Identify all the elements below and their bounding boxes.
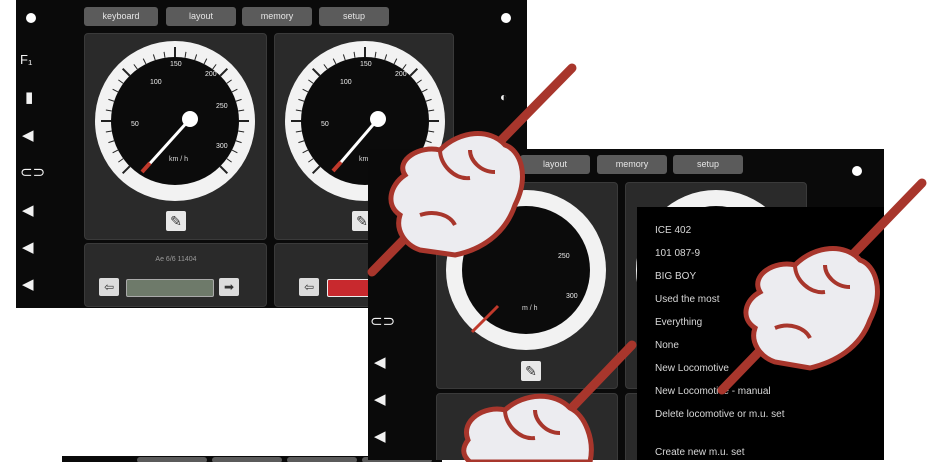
menu-item-create-mu-set[interactable]: Create new m.u. set <box>655 447 744 458</box>
light-icon[interactable]: ▮ <box>25 90 33 105</box>
loco-panel-left <box>84 243 267 307</box>
tick-label-50: 50 <box>131 121 139 128</box>
tick-label-150: 150 <box>360 61 372 68</box>
speaker-icon[interactable]: ◀ <box>374 355 386 370</box>
status-dot-right <box>852 166 862 176</box>
menu-item-none[interactable]: None <box>655 340 679 351</box>
speedometer-left[interactable]: 100 150 200 50 250 300 km / h <box>88 36 263 206</box>
menu-item-delete-locomotive[interactable]: Delete locomotive or m.u. set <box>655 409 785 420</box>
tab-setup[interactable]: setup <box>319 7 389 26</box>
gauge-unit: m / h <box>522 305 538 312</box>
tab-strip <box>137 457 207 462</box>
tick-label-200: 200 <box>205 71 217 78</box>
prev-loco-button[interactable]: ⇦ <box>299 278 319 296</box>
tick-label-100: 100 <box>340 79 352 86</box>
status-dot-right <box>501 13 511 23</box>
locomotive-image-left[interactable] <box>126 279 214 297</box>
prev-loco-button[interactable]: ⇦ <box>99 278 119 296</box>
speaker-icon[interactable]: ◀ <box>22 240 34 255</box>
speedometer-left[interactable]: 250 300 m / h <box>438 184 616 356</box>
speaker-icon[interactable]: ◀ <box>22 277 34 292</box>
menu-item-101-087-9[interactable]: 101 087-9 <box>655 248 700 259</box>
loco-name-left: Ae 6/6 11404 <box>155 256 197 263</box>
tick-label-300: 300 <box>216 143 228 150</box>
loco-panel-left <box>436 393 618 460</box>
menu-item-big-boy[interactable]: BIG BOY <box>655 271 696 282</box>
speaker-icon[interactable]: ◀ <box>374 392 386 407</box>
menu-item-used-the-most[interactable]: Used the most <box>655 294 719 305</box>
speaker-icon[interactable]: ◀ <box>374 429 386 444</box>
tab-strip <box>212 457 282 462</box>
tab-keyboard[interactable]: keyboard <box>84 7 158 26</box>
next-loco-button[interactable]: ➡ <box>219 278 239 296</box>
horn-icon[interactable]: ⊂⊃ <box>370 314 395 329</box>
menu-item-new-locomotive-manual[interactable]: New Locomotive - manual <box>655 386 771 397</box>
tick-label-250: 250 <box>558 253 570 260</box>
screen-menu: layout memory setup ⊂⊃ ◀ ◀ ◀ 250 300 m /… <box>368 149 884 460</box>
tick-label-250: 250 <box>216 103 228 110</box>
tab-setup[interactable]: setup <box>673 155 743 174</box>
function-f1-icon[interactable]: F₁ <box>20 52 32 67</box>
tab-strip <box>287 457 357 462</box>
tab-memory[interactable]: memory <box>242 7 312 26</box>
tab-memory[interactable]: memory <box>597 155 667 174</box>
tab-layout[interactable]: layout <box>166 7 236 26</box>
status-dot-left <box>26 13 36 23</box>
tick-label-200: 200 <box>395 71 407 78</box>
menu-item-ice-402[interactable]: ICE 402 <box>655 225 691 236</box>
wrench-icon[interactable]: ✎ <box>166 211 186 231</box>
tick-label-300: 300 <box>566 293 578 300</box>
tick-label-100: 100 <box>150 79 162 86</box>
light-right-icon[interactable]: ◐ <box>500 90 507 105</box>
speaker-icon[interactable]: ◀ <box>22 203 34 218</box>
gauge-unit: km / h <box>169 156 188 163</box>
tick-label-150: 150 <box>170 61 182 68</box>
tick-label-50: 50 <box>321 121 329 128</box>
tab-layout[interactable]: layout <box>520 155 590 174</box>
menu-item-new-locomotive[interactable]: New Locomotive <box>655 363 729 374</box>
menu-item-everything[interactable]: Everything <box>655 317 702 328</box>
wrench-icon[interactable]: ✎ <box>521 361 541 381</box>
locomotive-list-menu: ICE 402 101 087-9 BIG BOY Used the most … <box>637 207 884 460</box>
speaker-icon[interactable]: ◀ <box>22 128 34 143</box>
horn-icon[interactable]: ⊂⊃ <box>20 165 45 180</box>
